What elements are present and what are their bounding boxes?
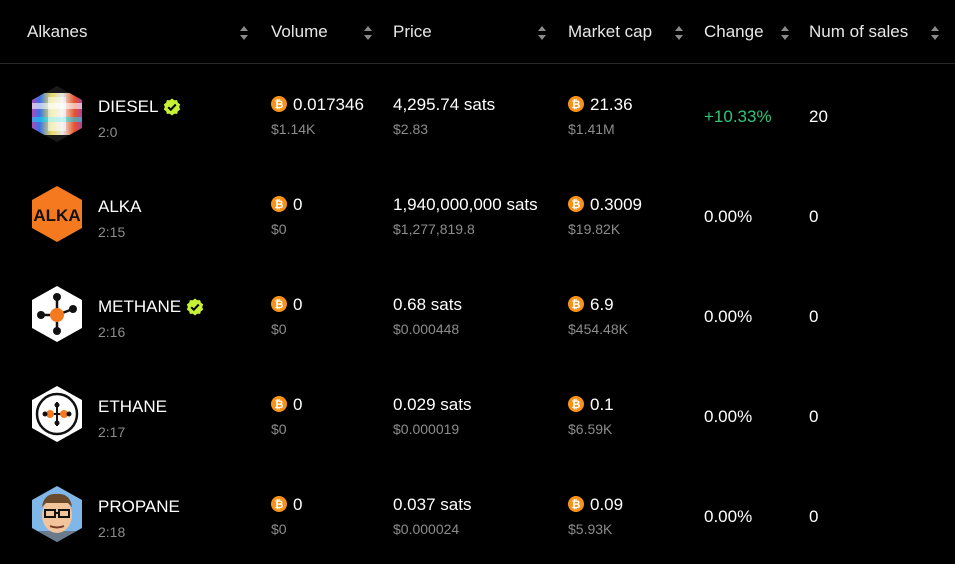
token-name[interactable]: DIESEL [98, 97, 158, 117]
header-volume[interactable]: Volume [271, 0, 328, 64]
bitcoin-icon: ₿ [568, 496, 584, 512]
price-usd: $0.000019 [393, 421, 460, 437]
price-sats: 0.037 sats [393, 495, 472, 514]
market-cap-btc: 0.3009 [590, 195, 642, 214]
bitcoin-icon: ₿ [271, 296, 287, 312]
volume-usd: $0 [271, 521, 287, 537]
num-sales-value: 0 [809, 507, 819, 526]
volume-btc: 0.017346 [293, 95, 364, 114]
change-value: +10.33% [704, 107, 772, 126]
price-sats: 1,940,000,000 sats [393, 195, 538, 214]
header-num-sales-label: Num of sales [809, 22, 909, 41]
market-cap-btc: 0.1 [590, 395, 614, 414]
token-id: 2:16 [98, 324, 126, 340]
price-usd: $2.83 [393, 121, 429, 137]
market-cap-btc: 21.36 [590, 95, 633, 114]
sort-icon[interactable] [781, 26, 789, 40]
header-alkanes-label: Alkanes [27, 22, 88, 41]
market-cap-btc: 0.09 [590, 495, 624, 514]
bitcoin-icon: ₿ [568, 296, 584, 312]
num-sales-value: 20 [809, 107, 828, 126]
header-volume-label: Volume [271, 22, 328, 41]
token-id: 2:15 [98, 224, 126, 240]
num-sales-value: 0 [809, 207, 819, 226]
change-value: 0.00% [704, 507, 753, 526]
alka-logo: ALKA [28, 185, 86, 243]
num-sales-value: 0 [809, 307, 819, 326]
header-price[interactable]: Price [393, 0, 432, 64]
sort-icon[interactable] [931, 26, 939, 40]
token-id: 2:18 [98, 524, 126, 540]
market-cap-usd: $6.59K [568, 421, 613, 437]
market-cap-usd: $1.41M [568, 121, 615, 137]
ethane-logo [28, 385, 86, 443]
token-name[interactable]: ETHANE [98, 397, 167, 417]
diesel-logo [28, 85, 86, 143]
price-usd: $0.000448 [393, 321, 460, 337]
bitcoin-icon: ₿ [568, 196, 584, 212]
token-name[interactable]: ALKA [98, 197, 141, 217]
header-change-label: Change [704, 22, 764, 41]
sort-icon[interactable] [240, 26, 248, 40]
bitcoin-icon: ₿ [271, 396, 287, 412]
token-name[interactable]: PROPANE [98, 497, 180, 517]
volume-usd: $0 [271, 421, 287, 437]
volume-btc: 0 [293, 195, 303, 214]
price-usd: $1,277,819.8 [393, 221, 475, 237]
sort-icon[interactable] [675, 26, 683, 40]
volume-usd: $0 [271, 221, 287, 237]
methane-logo [28, 285, 86, 343]
volume-usd: $1.14K [271, 121, 316, 137]
token-id: 2:17 [98, 424, 126, 440]
table-row[interactable]: ALKA ALKA 2:15 ₿ 0 $0 1,940,000,000 sats… [0, 164, 955, 264]
table-header: Alkanes Volume Price Market cap Change N… [0, 0, 955, 64]
bitcoin-icon: ₿ [271, 96, 287, 112]
table-row[interactable]: PROPANE 2:18 ₿ 0 $0 0.037 sats $0.000024… [0, 464, 955, 564]
price-sats: 4,295.74 sats [393, 95, 496, 114]
header-change[interactable]: Change [704, 0, 764, 64]
table-row[interactable]: ETHANE 2:17 ₿ 0 $0 0.029 sats $0.000019 … [0, 364, 955, 464]
header-market-cap-label: Market cap [568, 22, 653, 41]
bitcoin-icon: ₿ [568, 396, 584, 412]
market-cap-usd: $5.93K [568, 521, 613, 537]
volume-btc: 0 [293, 395, 303, 414]
num-sales-value: 0 [809, 407, 819, 426]
header-price-label: Price [393, 22, 432, 41]
header-market-cap[interactable]: Market cap [568, 0, 652, 64]
sort-icon[interactable] [364, 26, 372, 40]
market-cap-usd: $454.48K [568, 321, 628, 337]
sort-icon[interactable] [538, 26, 546, 40]
table-row[interactable]: METHANE 2:16 ₿ 0 $0 0.68 sats $0.000448 … [0, 264, 955, 364]
verified-badge-icon [186, 298, 204, 316]
market-cap-usd: $19.82K [568, 221, 621, 237]
token-id: 2:0 [98, 124, 118, 140]
change-value: 0.00% [704, 307, 753, 326]
bitcoin-icon: ₿ [271, 196, 287, 212]
volume-btc: 0 [293, 295, 303, 314]
verified-badge-icon [164, 98, 181, 116]
header-alkanes[interactable]: Alkanes [27, 0, 87, 64]
propane-logo [28, 485, 86, 543]
change-value: 0.00% [704, 207, 753, 226]
change-value: 0.00% [704, 407, 753, 426]
price-sats: 0.68 sats [393, 295, 462, 314]
bitcoin-icon: ₿ [271, 496, 287, 512]
market-cap-btc: 6.9 [590, 295, 614, 314]
price-sats: 0.029 sats [393, 395, 472, 414]
token-name[interactable]: METHANE [98, 297, 181, 317]
volume-btc: 0 [293, 495, 303, 514]
volume-usd: $0 [271, 321, 287, 337]
table-row[interactable]: DIESEL 2:0 ₿ 0.017346 $1.14K 4,295.74 sa… [0, 64, 955, 164]
alka-logo-text: ALKA [33, 206, 80, 225]
bitcoin-icon: ₿ [568, 96, 584, 112]
alkanes-table: Alkanes Volume Price Market cap Change N… [0, 0, 955, 560]
price-usd: $0.000024 [393, 521, 460, 537]
header-num-sales[interactable]: Num of sales [809, 0, 908, 64]
